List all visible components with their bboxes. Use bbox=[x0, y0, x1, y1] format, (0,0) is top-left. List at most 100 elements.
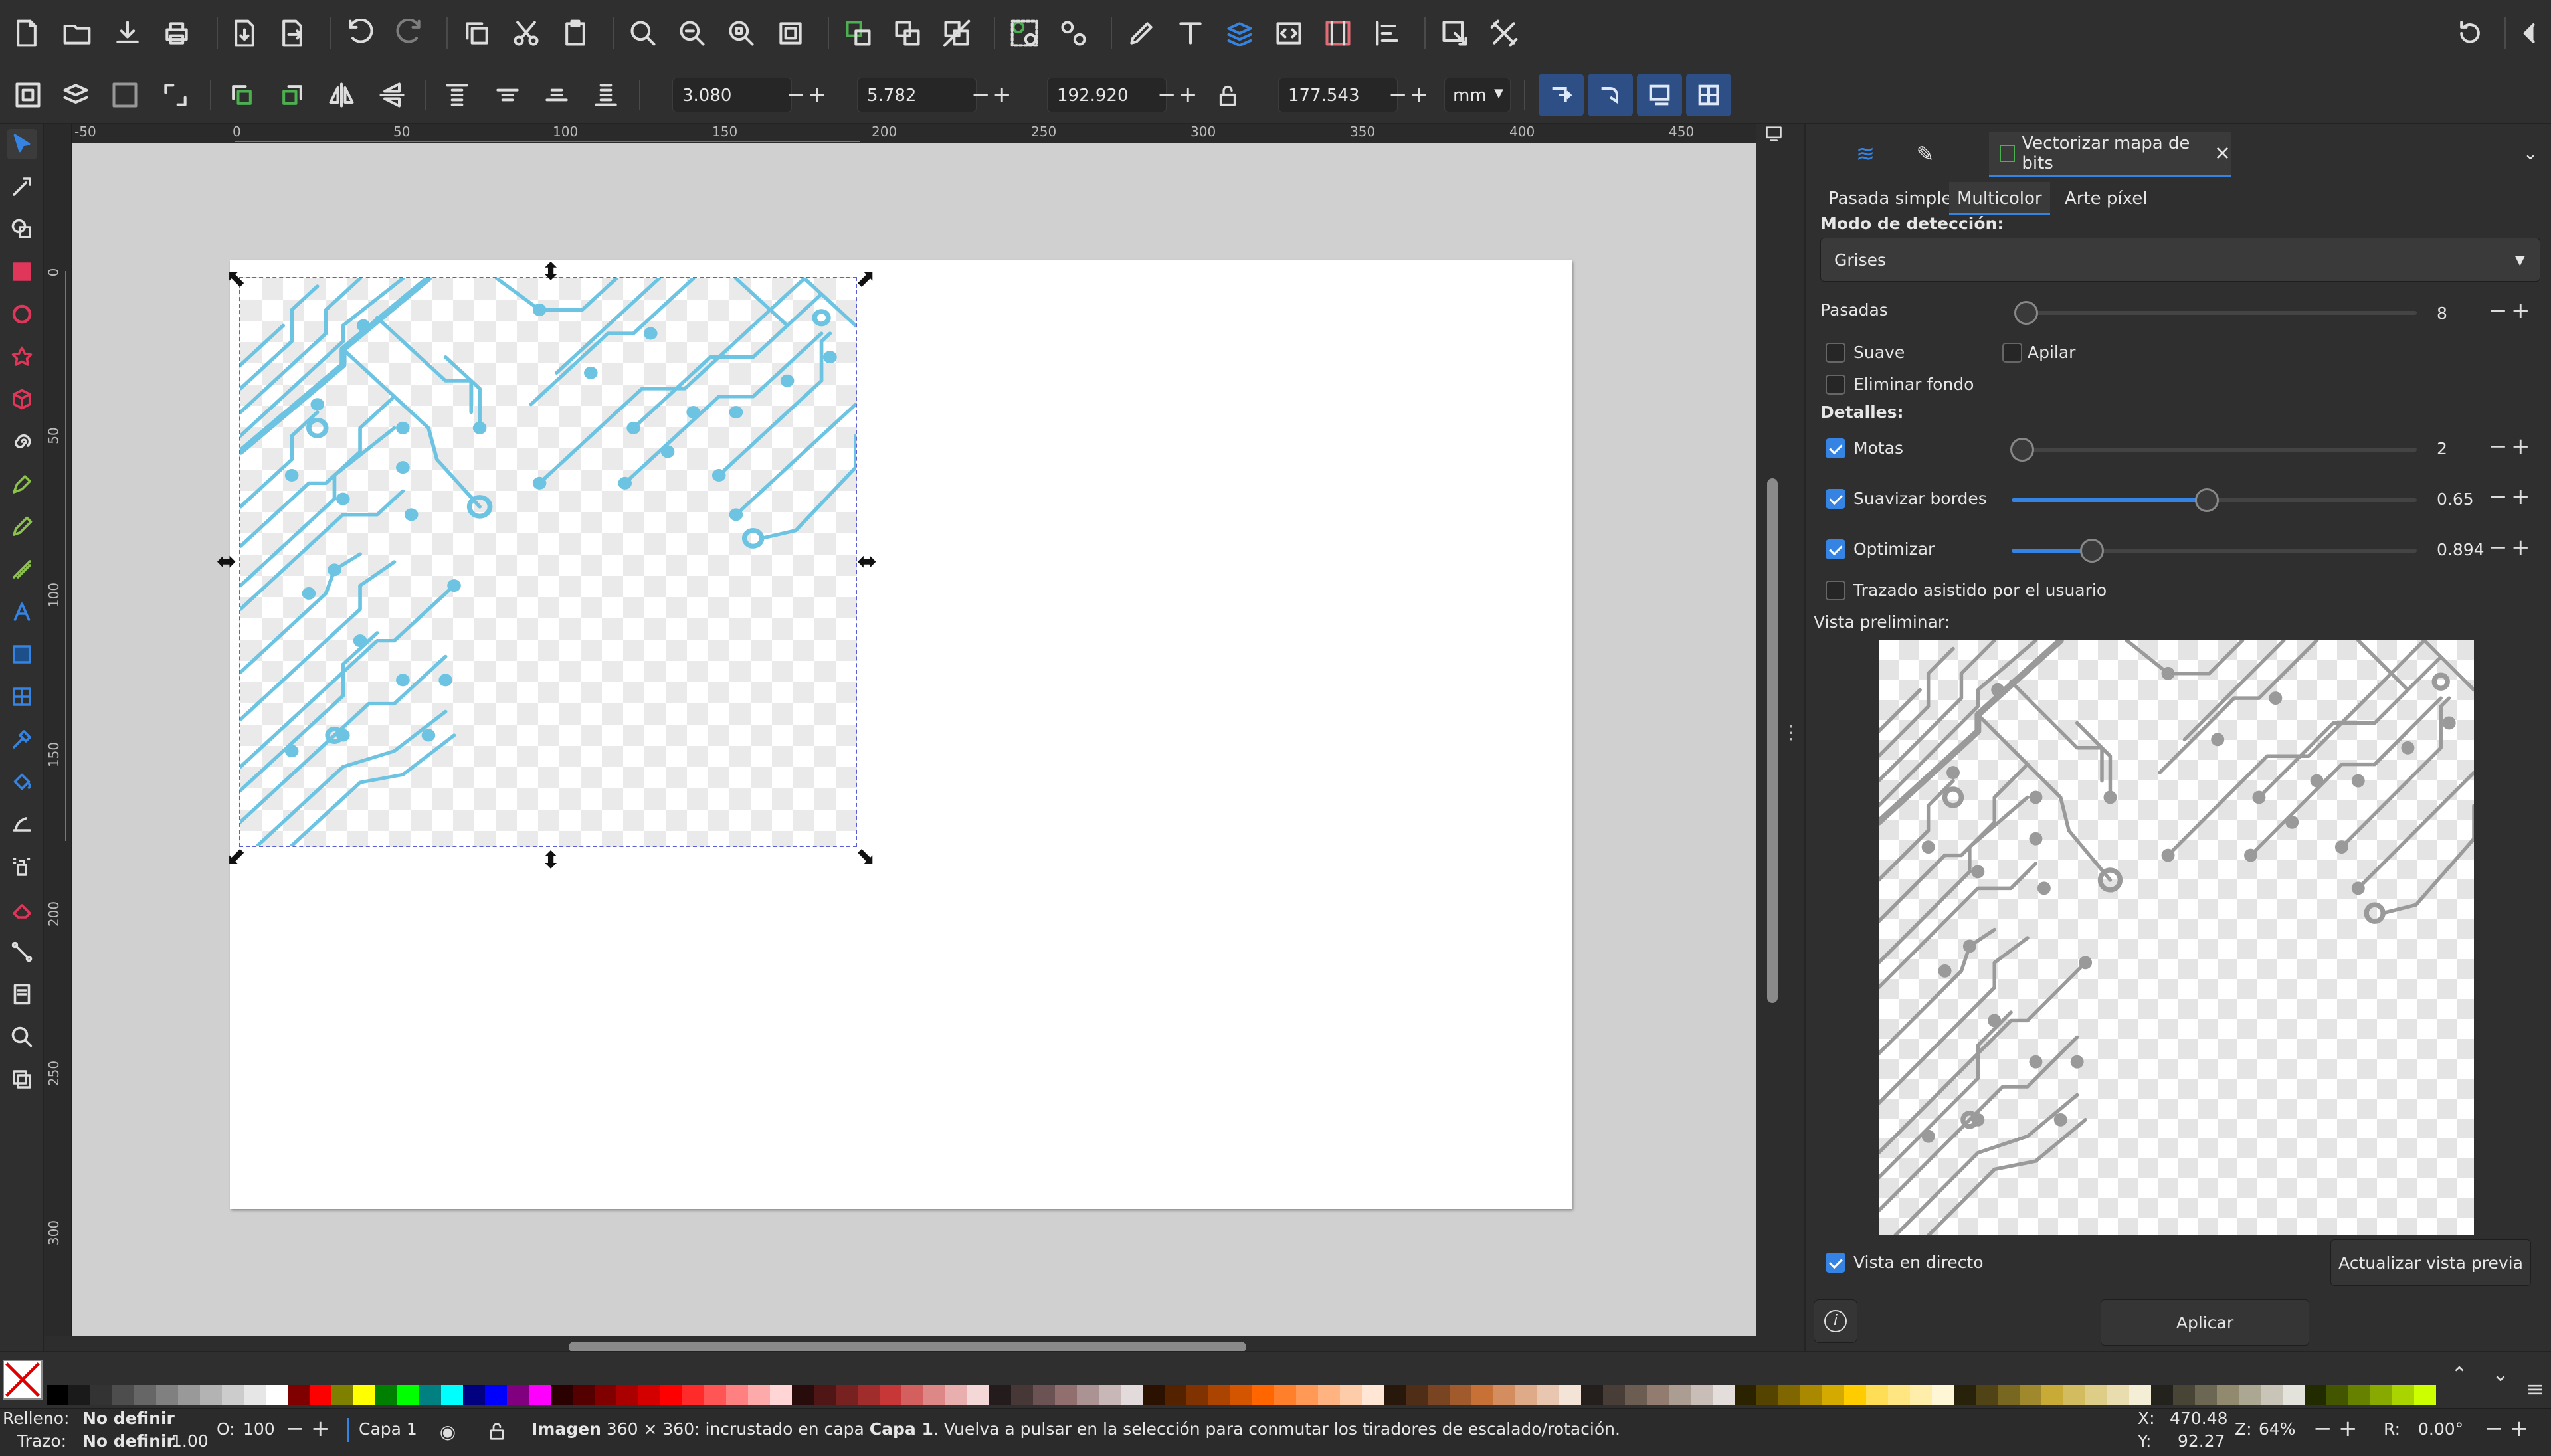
color-swatch[interactable] bbox=[1735, 1385, 1756, 1405]
color-swatch[interactable] bbox=[1296, 1385, 1318, 1405]
color-swatch[interactable] bbox=[1121, 1385, 1143, 1405]
color-swatch[interactable] bbox=[901, 1385, 923, 1405]
color-swatch[interactable] bbox=[1581, 1385, 1603, 1405]
color-swatch[interactable] bbox=[1428, 1385, 1450, 1405]
color-swatch[interactable] bbox=[419, 1385, 441, 1405]
snap-toggle-icon[interactable] bbox=[2454, 17, 2486, 49]
color-swatch[interactable] bbox=[880, 1385, 901, 1405]
color-swatch[interactable] bbox=[1910, 1385, 1932, 1405]
apply-button[interactable]: Aplicar bbox=[2101, 1299, 2309, 1346]
stroke-width[interactable]: 1.00 bbox=[171, 1431, 209, 1451]
xml-editor-icon[interactable] bbox=[1273, 17, 1305, 49]
color-swatch[interactable] bbox=[1647, 1385, 1669, 1405]
color-swatch[interactable] bbox=[1033, 1385, 1055, 1405]
export-dialog-icon[interactable] bbox=[1439, 17, 1471, 49]
measure-tool-icon[interactable] bbox=[7, 1064, 37, 1095]
color-swatch[interactable] bbox=[2305, 1385, 2326, 1405]
new-document-icon[interactable] bbox=[11, 17, 43, 49]
copy-icon[interactable] bbox=[461, 17, 493, 49]
color-swatch[interactable] bbox=[792, 1385, 814, 1405]
calligraphy-tool-icon[interactable] bbox=[7, 554, 37, 585]
specks-increment[interactable]: + bbox=[2511, 433, 2530, 460]
lower-icon[interactable] bbox=[541, 79, 573, 111]
live-preview-checkbox[interactable] bbox=[1826, 1253, 1845, 1273]
color-swatch[interactable] bbox=[1603, 1385, 1625, 1405]
color-swatch[interactable] bbox=[770, 1385, 792, 1405]
layers-icon[interactable] bbox=[1224, 17, 1256, 49]
stack-checkbox[interactable] bbox=[2002, 343, 2022, 363]
flip-horizontal-icon[interactable] bbox=[326, 79, 357, 111]
fill-value[interactable]: No definir bbox=[82, 1409, 175, 1428]
vertical-scrollbar[interactable] bbox=[1767, 478, 1778, 1003]
y-field[interactable]: 5.782 bbox=[857, 78, 977, 112]
lock-icon[interactable] bbox=[485, 1419, 509, 1443]
clone-icon[interactable] bbox=[892, 17, 923, 49]
scale-handle-se[interactable]: ⬊ bbox=[856, 845, 876, 869]
color-swatch[interactable] bbox=[1208, 1385, 1230, 1405]
h-increment[interactable]: + bbox=[1410, 82, 1429, 108]
rotate-ccw-icon[interactable] bbox=[226, 79, 258, 111]
smooth-corners-decrement[interactable]: − bbox=[2489, 484, 2508, 510]
group-icon[interactable] bbox=[1008, 17, 1040, 49]
pencil-tool-icon[interactable] bbox=[7, 511, 37, 542]
raise-icon[interactable] bbox=[492, 79, 523, 111]
color-swatch[interactable] bbox=[222, 1385, 244, 1405]
color-swatch[interactable] bbox=[1230, 1385, 1252, 1405]
tab-fill-stroke[interactable]: ✎ bbox=[1905, 132, 1945, 177]
color-swatch[interactable] bbox=[507, 1385, 529, 1405]
color-swatch[interactable] bbox=[551, 1385, 573, 1405]
unlink-clone-icon[interactable] bbox=[941, 17, 973, 49]
color-swatch[interactable] bbox=[616, 1385, 638, 1405]
specks-checkbox[interactable] bbox=[1826, 438, 1845, 458]
scale-radii-toggle[interactable] bbox=[1588, 74, 1633, 116]
color-swatch[interactable] bbox=[1099, 1385, 1121, 1405]
color-swatch[interactable] bbox=[1318, 1385, 1340, 1405]
palette-menu-icon[interactable]: ≡ bbox=[2522, 1376, 2548, 1402]
eye-visibility-icon[interactable]: ◉ bbox=[434, 1418, 461, 1445]
zoom-selection-icon[interactable] bbox=[627, 17, 659, 49]
color-swatch[interactable] bbox=[2392, 1385, 2414, 1405]
dock-menu-chevron-down-icon[interactable]: ⌄ bbox=[2514, 132, 2547, 177]
no-paint-swatch[interactable] bbox=[3, 1360, 43, 1400]
scale-handle-sw[interactable]: ⬋ bbox=[226, 845, 246, 869]
color-swatch[interactable] bbox=[836, 1385, 858, 1405]
color-swatch[interactable] bbox=[2085, 1385, 2107, 1405]
color-swatch[interactable] bbox=[353, 1385, 375, 1405]
color-swatch[interactable] bbox=[1011, 1385, 1033, 1405]
color-swatch[interactable] bbox=[945, 1385, 967, 1405]
color-swatch[interactable] bbox=[1954, 1385, 1976, 1405]
color-swatch[interactable] bbox=[331, 1385, 353, 1405]
scale-handle-ne[interactable]: ⬈ bbox=[856, 267, 876, 291]
flip-vertical-icon[interactable] bbox=[376, 79, 408, 111]
x-decrement[interactable]: − bbox=[787, 82, 806, 108]
color-swatch[interactable] bbox=[1515, 1385, 1537, 1405]
color-swatch[interactable] bbox=[1252, 1385, 1274, 1405]
color-swatch[interactable] bbox=[1998, 1385, 2020, 1405]
h-decrement[interactable]: − bbox=[1388, 82, 1408, 108]
color-swatch[interactable] bbox=[1669, 1385, 1691, 1405]
embedded-bitmap-image[interactable] bbox=[236, 275, 858, 848]
dropper-tool-icon[interactable] bbox=[7, 724, 37, 755]
import-icon[interactable] bbox=[229, 17, 260, 49]
deselect-icon[interactable] bbox=[109, 79, 141, 111]
color-swatch[interactable] bbox=[1450, 1385, 1471, 1405]
color-swatch[interactable] bbox=[244, 1385, 266, 1405]
opacity-field[interactable]: 100 bbox=[243, 1419, 275, 1439]
color-swatch[interactable] bbox=[2414, 1385, 2436, 1405]
color-swatch[interactable] bbox=[1625, 1385, 1647, 1405]
selector-tool-icon[interactable] bbox=[7, 129, 37, 159]
color-swatch[interactable] bbox=[989, 1385, 1011, 1405]
color-swatch[interactable] bbox=[1888, 1385, 1910, 1405]
color-swatch[interactable] bbox=[814, 1385, 836, 1405]
color-swatch[interactable] bbox=[638, 1385, 660, 1405]
color-swatch[interactable] bbox=[68, 1385, 90, 1405]
color-swatch[interactable] bbox=[47, 1385, 68, 1405]
color-swatch[interactable] bbox=[1274, 1385, 1296, 1405]
specks-slider[interactable] bbox=[2010, 438, 2417, 462]
color-swatch[interactable] bbox=[90, 1385, 112, 1405]
opacity-increment[interactable]: + bbox=[311, 1415, 330, 1442]
color-swatch[interactable] bbox=[2239, 1385, 2261, 1405]
color-swatch[interactable] bbox=[2041, 1385, 2063, 1405]
color-swatch[interactable] bbox=[660, 1385, 682, 1405]
color-swatch[interactable] bbox=[1559, 1385, 1581, 1405]
